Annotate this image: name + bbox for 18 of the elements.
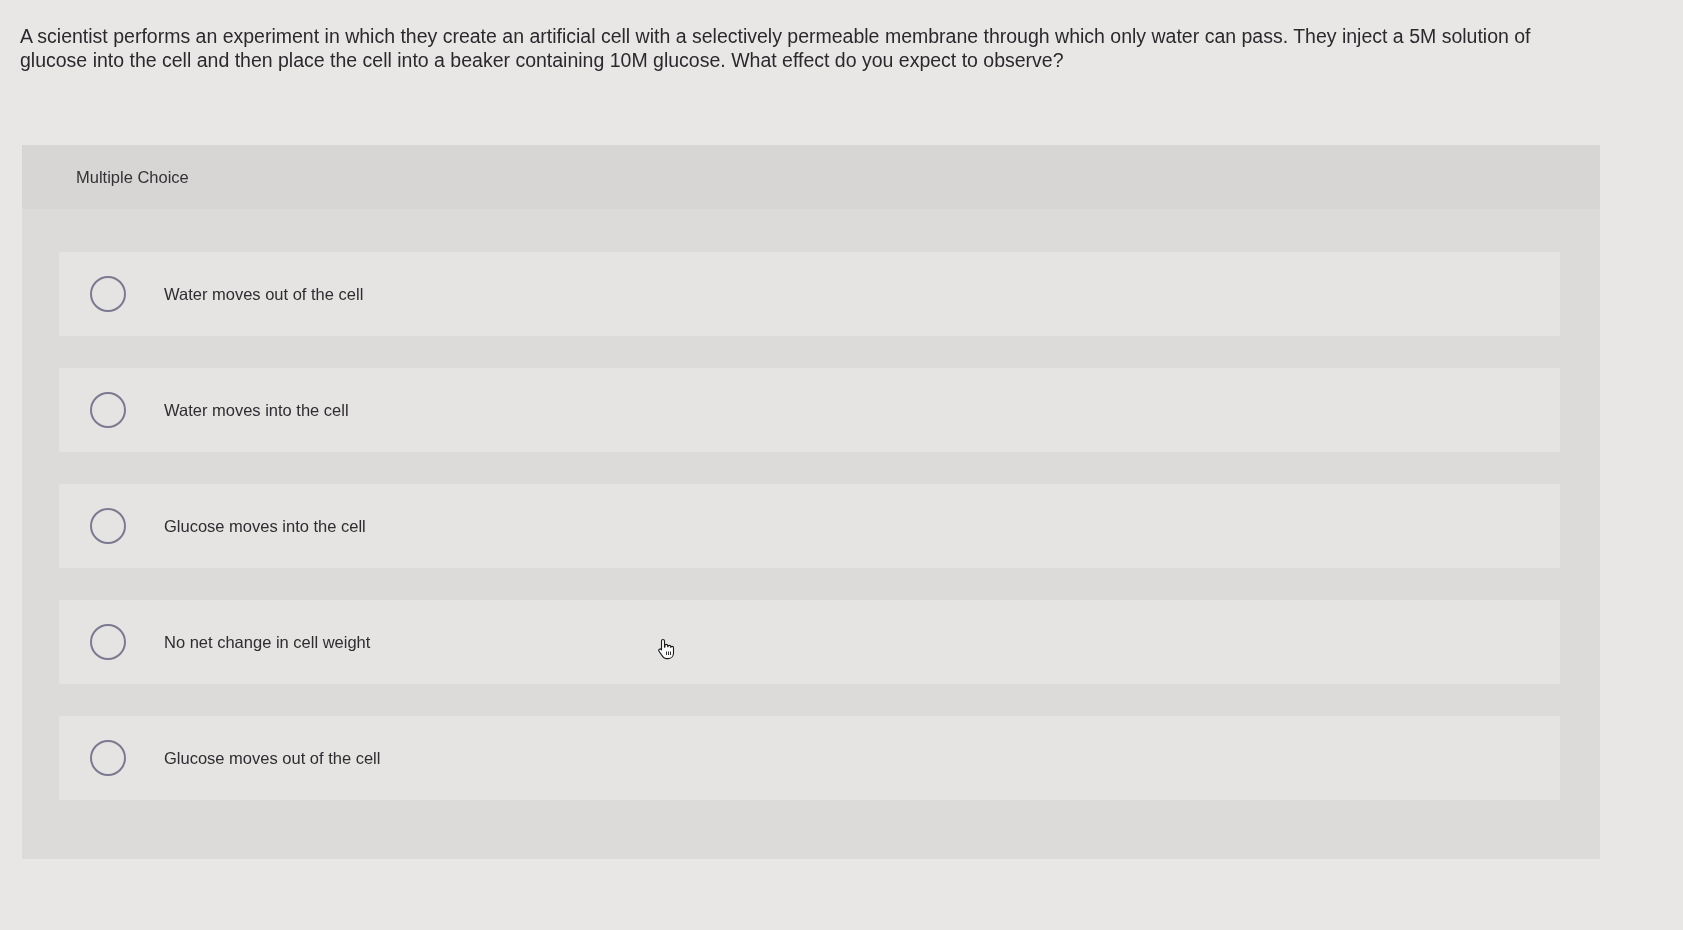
radio-button[interactable] (90, 508, 126, 544)
option-label: Glucose moves out of the cell (164, 748, 381, 768)
answer-option[interactable]: Water moves into the cell (59, 368, 1560, 452)
question-text: A scientist performs an experiment in which they create an artificial cell with a selectively permeable membrane through which only water can pass. They inject a 5M solution of glucose into the cell and then place the cell into a beaker containing 10M glucose. What effect do you expect to observe? (20, 24, 1532, 72)
option-label: Water moves into the cell (164, 400, 349, 420)
option-label: Glucose moves into the cell (164, 516, 366, 536)
answer-option[interactable]: Glucose moves out of the cell (59, 716, 1560, 800)
answer-option[interactable]: No net change in cell weight (59, 600, 1560, 684)
answer-option[interactable]: Glucose moves into the cell (59, 484, 1560, 568)
option-label: Water moves out of the cell (164, 284, 364, 304)
radio-button[interactable] (90, 624, 126, 660)
radio-button[interactable] (90, 392, 126, 428)
radio-button[interactable] (90, 740, 126, 776)
answer-option[interactable]: Water moves out of the cell (59, 252, 1560, 336)
radio-button[interactable] (90, 276, 126, 312)
option-label: No net change in cell weight (164, 632, 371, 652)
hand-pointer-icon (657, 638, 675, 660)
panel-heading: Multiple Choice (76, 167, 189, 187)
